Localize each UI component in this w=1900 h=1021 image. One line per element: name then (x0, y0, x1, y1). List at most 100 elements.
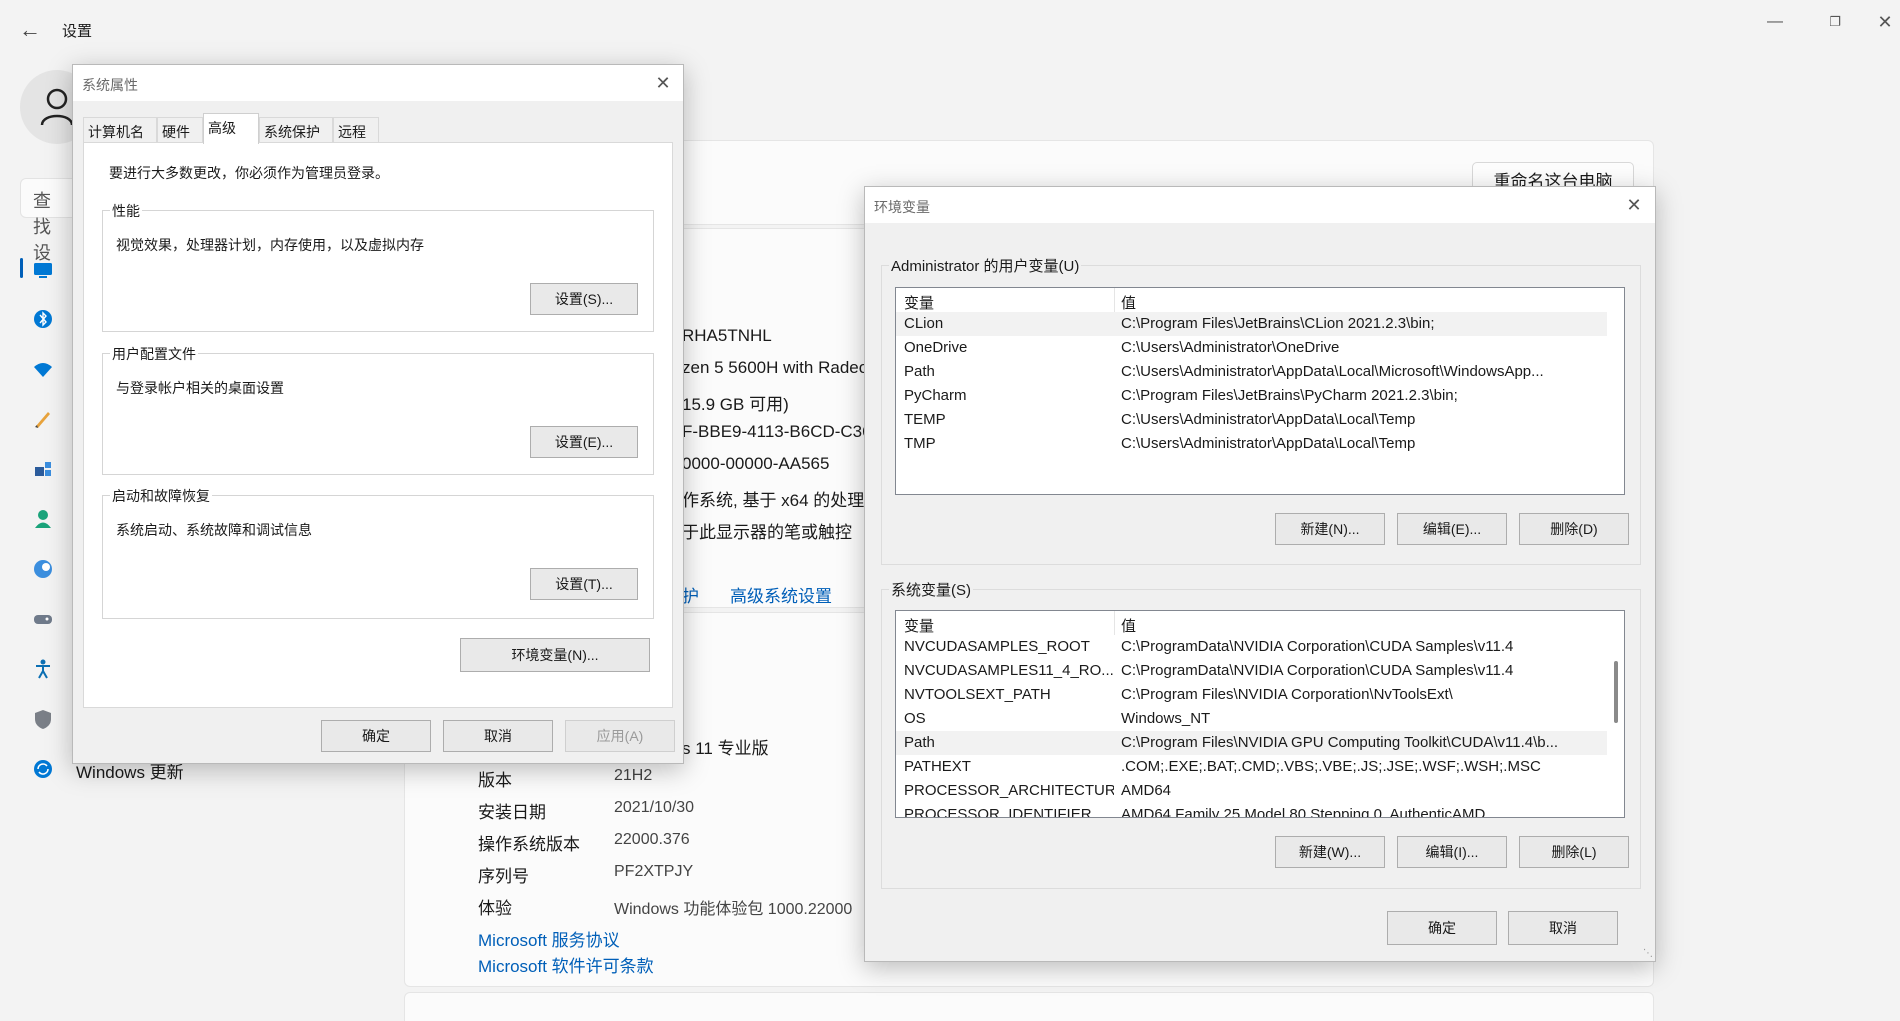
advanced-system-settings-link[interactable]: 高级系统设置 (730, 582, 832, 607)
variable-name: NVTOOLSEXT_PATH (904, 686, 1051, 703)
apps-icon[interactable] (32, 458, 54, 480)
list-header: 变量 值 (896, 611, 1624, 635)
restore-button[interactable]: ❐ (1815, 8, 1855, 36)
list-row[interactable]: NVCUDASAMPLES11_4_RO... C:\ProgramData\NV… (896, 659, 1607, 683)
shield-icon[interactable] (32, 708, 54, 730)
app-title: 设置 (62, 23, 93, 40)
wifi-icon[interactable] (32, 358, 54, 380)
gamepad-icon[interactable] (32, 608, 54, 630)
variable-name: PATHEXT (904, 758, 971, 775)
user-new-button[interactable]: 新建(N)... (1275, 513, 1385, 545)
user-profiles-label: 用户配置文件 (110, 344, 198, 364)
variable-value: C:\ProgramData\NVIDIA Corporation\CUDA S… (1121, 638, 1514, 655)
system-protection-link[interactable]: 护 (682, 582, 699, 607)
variable-name: PyCharm (904, 387, 967, 404)
cancel-button[interactable]: 取消 (443, 720, 553, 752)
list-row[interactable]: Path C:\Users\Administrator\AppData\Local… (896, 360, 1607, 384)
column-header-name[interactable]: 变量 (904, 292, 934, 313)
ms-license-terms-link[interactable]: Microsoft 软件许可条款 (478, 952, 654, 977)
column-separator[interactable] (1114, 288, 1115, 312)
close-window-button[interactable]: ✕ (1870, 8, 1900, 36)
list-row[interactable]: PyCharm C:\Program Files\JetBrains\PyChar… (896, 384, 1607, 408)
variable-name: PROCESSOR_IDENTIFIER (904, 806, 1092, 818)
startup-recovery-desc: 系统启动、系统故障和调试信息 (116, 522, 312, 538)
scrollbar[interactable] (1607, 611, 1624, 817)
system-edit-button[interactable]: 编辑(I)... (1397, 836, 1507, 868)
startup-recovery-group (102, 495, 654, 619)
performance-settings-button[interactable]: 设置(S)... (530, 283, 638, 315)
display-icon[interactable] (32, 258, 54, 280)
list-row[interactable]: TMP C:\Users\Administrator\AppData\Local\… (896, 432, 1607, 456)
spec-value: F-BBE9-4113-B6CD-C362 (682, 422, 882, 441)
accessibility-icon[interactable] (32, 658, 54, 680)
variable-name: Path (904, 363, 935, 380)
search-input[interactable]: 查找设 (20, 178, 80, 263)
windows-edition-value: s 11 专业版 (682, 739, 769, 758)
close-icon[interactable]: ✕ (651, 71, 675, 95)
dialog-titlebar: 系统属性 ✕ (73, 65, 683, 101)
column-header-value[interactable]: 值 (1121, 615, 1136, 636)
list-row[interactable]: PATHEXT .COM;.EXE;.BAT;.CMD;.VBS;.VBE;.JS… (896, 755, 1607, 779)
system-new-button[interactable]: 新建(W)... (1275, 836, 1385, 868)
bottom-card (404, 992, 1654, 1021)
column-separator[interactable] (1114, 611, 1115, 635)
scrollbar-thumb[interactable] (1614, 661, 1618, 723)
user-variables-list[interactable]: 变量 值 CLion C:\Program Files\JetBrains\CLi… (895, 287, 1625, 495)
win-spec-label: 安装日期 (478, 803, 546, 822)
system-variables-list[interactable]: 变量 值 NVCUDASAMPLES_ROOT C:\ProgramData\NV… (895, 610, 1625, 818)
variable-name: CLion (904, 315, 944, 332)
startup-recovery-label: 启动和故障恢复 (110, 486, 212, 506)
user-variables-label: Administrator 的用户变量(U) (889, 255, 1082, 276)
variable-value: C:\Program Files\NVIDIA Corporation\NvTo… (1121, 686, 1453, 703)
minimize-button[interactable]: — (1755, 8, 1795, 36)
spec-value: RHA5TNHL (682, 326, 772, 345)
nav-selection-indicator (20, 258, 23, 278)
ms-service-agreement-link[interactable]: Microsoft 服务协议 (478, 926, 620, 951)
person-icon[interactable] (32, 508, 54, 530)
system-variables-label: 系统变量(S) (889, 579, 973, 600)
user-profiles-desc: 与登录帐户相关的桌面设置 (116, 380, 284, 396)
variable-value: C:\ProgramData\NVIDIA Corporation\CUDA S… (1121, 662, 1514, 679)
tab-system-protection[interactable]: 系统保护 (259, 117, 333, 143)
list-row[interactable]: OS Windows_NT (896, 707, 1607, 731)
variable-name: TMP (904, 435, 936, 452)
admin-note: 要进行大多数更改，你必须作为管理员登录。 (109, 165, 389, 181)
list-row[interactable]: OneDrive C:\Users\Administrator\OneDrive (896, 336, 1607, 360)
list-row[interactable]: TEMP C:\Users\Administrator\AppData\Local… (896, 408, 1607, 432)
column-header-name[interactable]: 变量 (904, 615, 934, 636)
tab-advanced[interactable]: 高级 (203, 113, 259, 144)
resize-grip-icon[interactable]: ⋱ (1643, 948, 1653, 959)
user-profiles-settings-button[interactable]: 设置(E)... (530, 426, 638, 458)
ok-button[interactable]: 确定 (321, 720, 431, 752)
variable-value: C:\Users\Administrator\AppData\Local\Tem… (1121, 411, 1416, 428)
environment-variables-button[interactable]: 环境变量(N)... (460, 638, 650, 672)
list-row[interactable]: CLion C:\Program Files\JetBrains\CLion 20… (896, 312, 1607, 336)
cancel-button[interactable]: 取消 (1508, 911, 1618, 945)
back-arrow-icon[interactable]: ← (18, 18, 42, 42)
list-row[interactable]: Path C:\Program Files\NVIDIA GPU Computin… (896, 731, 1607, 755)
variable-value: AMD64 (1121, 782, 1172, 799)
system-delete-button[interactable]: 删除(L) (1519, 836, 1629, 868)
environment-variables-dialog: 环境变量 ✕ Administrator 的用户变量(U) 变量 值 CLion… (864, 186, 1656, 962)
startup-recovery-settings-button[interactable]: 设置(T)... (530, 568, 638, 600)
tab-hardware[interactable]: 硬件 (157, 117, 203, 143)
user-edit-button[interactable]: 编辑(E)... (1397, 513, 1507, 545)
dialog-titlebar: 环境变量 ✕ (865, 187, 1655, 223)
sync-icon[interactable] (32, 758, 54, 780)
list-row[interactable]: PROCESSOR_ARCHITECTURE AMD64 (896, 779, 1607, 803)
variable-name: Path (904, 734, 935, 751)
column-header-value[interactable]: 值 (1121, 292, 1136, 313)
tab-computer-name[interactable]: 计算机名 (83, 117, 157, 143)
tab-remote[interactable]: 远程 (333, 117, 379, 143)
ok-button[interactable]: 确定 (1387, 911, 1497, 945)
list-row[interactable]: PROCESSOR_IDENTIFIER AMD64 Family 25 Mode… (896, 803, 1607, 818)
list-row[interactable]: NVTOOLSEXT_PATH C:\Program Files\NVIDIA C… (896, 683, 1607, 707)
list-row[interactable]: NVCUDASAMPLES_ROOT C:\ProgramData\NVIDIA … (896, 635, 1607, 659)
close-icon[interactable]: ✕ (1622, 193, 1646, 217)
apply-button[interactable]: 应用(A) (565, 720, 675, 752)
spec-value: 0000-00000-AA565 (682, 454, 830, 473)
bluetooth-icon[interactable] (32, 308, 54, 330)
user-delete-button[interactable]: 删除(D) (1519, 513, 1629, 545)
globe-clock-icon[interactable] (32, 558, 54, 580)
brush-icon[interactable] (32, 408, 54, 430)
